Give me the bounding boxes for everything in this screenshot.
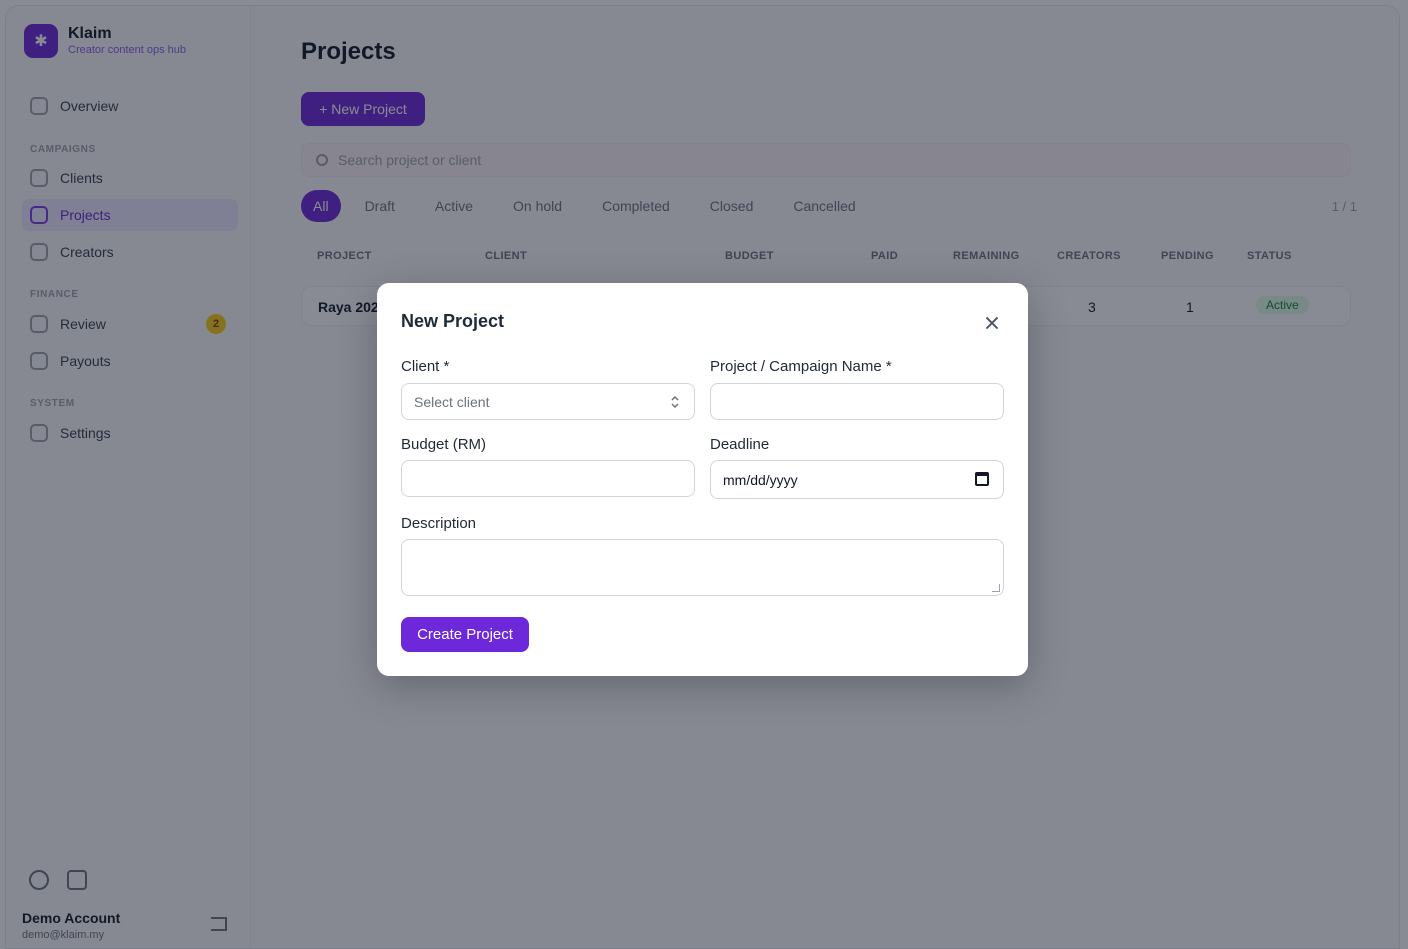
new-project-dialog: New Project Client * Select client Proje… (377, 283, 1028, 676)
budget-field[interactable] (401, 460, 695, 497)
description-label: Description (401, 515, 477, 532)
close-icon[interactable] (981, 312, 1003, 334)
project-name-field[interactable] (710, 383, 1004, 420)
chevron-up-down-icon (671, 395, 679, 409)
client-label: Client * (401, 358, 450, 375)
dialog-title: New Project (401, 311, 505, 331)
deadline-field[interactable]: mm/dd/yyyy (710, 460, 1004, 499)
client-select[interactable]: Select client (401, 383, 695, 420)
create-project-button[interactable]: Create Project (401, 617, 529, 652)
resize-handle-icon[interactable] (992, 584, 1000, 592)
budget-label: Budget (RM) (401, 436, 487, 453)
deadline-label: Deadline (710, 436, 770, 453)
description-field[interactable] (401, 539, 1004, 596)
project-name-label: Project / Campaign Name * (710, 358, 892, 375)
client-select-value: Select client (414, 393, 490, 410)
deadline-value: mm/dd/yyyy (723, 471, 798, 488)
calendar-icon[interactable] (975, 472, 989, 486)
